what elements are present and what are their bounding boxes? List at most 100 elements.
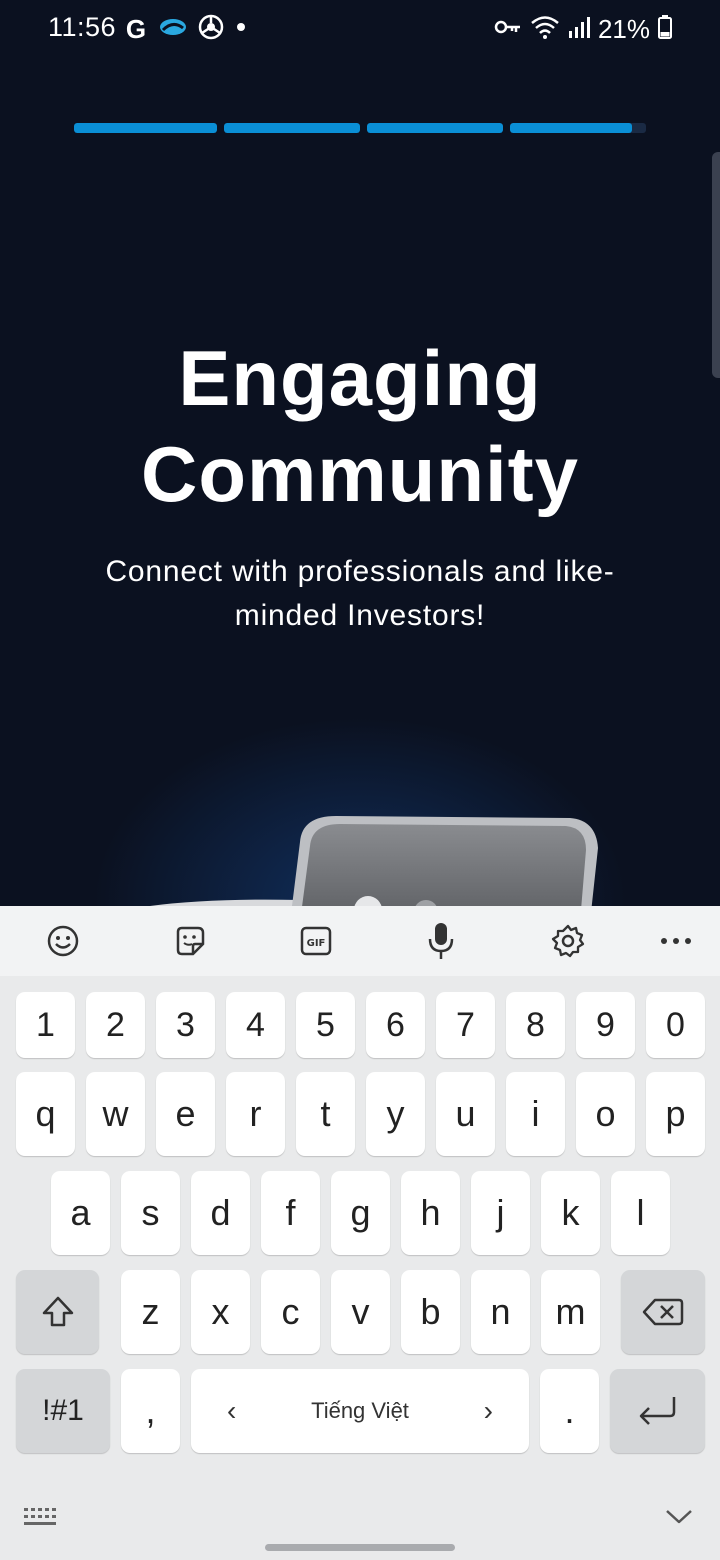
key-g[interactable]: g <box>331 1171 390 1255</box>
enter-key[interactable] <box>610 1369 705 1453</box>
key-a[interactable]: a <box>51 1171 110 1255</box>
key-label: m <box>555 1291 586 1332</box>
key-label: 9 <box>596 1005 615 1044</box>
key-m[interactable]: m <box>541 1270 600 1354</box>
key-label: q <box>35 1093 56 1134</box>
key-z[interactable]: z <box>121 1270 180 1354</box>
key-u[interactable]: u <box>436 1072 495 1156</box>
key-label: r <box>249 1093 262 1134</box>
sticker-icon[interactable] <box>170 921 210 961</box>
mic-icon[interactable] <box>421 921 461 961</box>
onboarding-screen: 11:56 G 21% Engaging Community Connect w… <box>0 0 720 906</box>
key-v[interactable]: v <box>331 1270 390 1354</box>
key-3[interactable]: 3 <box>156 992 215 1058</box>
key-h[interactable]: h <box>401 1171 460 1255</box>
progress-segment-2 <box>224 123 360 133</box>
key-label: 5 <box>316 1005 335 1044</box>
subtitle-line-1: Connect with professionals and like- <box>105 555 615 588</box>
key-4[interactable]: 4 <box>226 992 285 1058</box>
chevron-right-icon[interactable]: › <box>484 1395 493 1427</box>
keyboard: GIF 1 2 3 4 5 6 7 8 9 0 q w e r t y u i … <box>0 906 720 1560</box>
key-label: j <box>496 1192 505 1233</box>
key-0[interactable]: 0 <box>646 992 705 1058</box>
chevron-left-icon[interactable]: ‹ <box>227 1395 236 1427</box>
key-p[interactable]: p <box>646 1072 705 1156</box>
key-5[interactable]: 5 <box>296 992 355 1058</box>
key-f[interactable]: f <box>261 1171 320 1255</box>
key-i[interactable]: i <box>506 1072 565 1156</box>
key-k[interactable]: k <box>541 1171 600 1255</box>
key-label: u <box>455 1093 476 1134</box>
key-icon <box>494 18 522 41</box>
key-label: 8 <box>526 1005 545 1044</box>
key-c[interactable]: c <box>261 1270 320 1354</box>
key-b[interactable]: b <box>401 1270 460 1354</box>
edge-panel-handle[interactable] <box>712 152 720 378</box>
key-2[interactable]: 2 <box>86 992 145 1058</box>
cloud-icon <box>158 16 188 43</box>
more-icon[interactable] <box>656 921 696 961</box>
key-label: b <box>420 1291 441 1332</box>
key-label: f <box>285 1192 296 1233</box>
key-label: 4 <box>246 1005 265 1044</box>
key-6[interactable]: 6 <box>366 992 425 1058</box>
key-j[interactable]: j <box>471 1171 530 1255</box>
key-w[interactable]: w <box>86 1072 145 1156</box>
emoji-icon[interactable] <box>43 921 83 961</box>
status-bar: 11:56 G 21% <box>0 0 720 58</box>
key-q[interactable]: q <box>16 1072 75 1156</box>
backspace-key[interactable] <box>621 1270 705 1354</box>
settings-icon[interactable] <box>548 921 588 961</box>
key-r[interactable]: r <box>226 1072 285 1156</box>
key-label: . <box>564 1390 575 1431</box>
key-1[interactable]: 1 <box>16 992 75 1058</box>
key-label: d <box>210 1192 231 1233</box>
progress-fill-1 <box>74 123 217 133</box>
hide-keyboard-icon[interactable] <box>664 1506 694 1531</box>
title-line-1: Engaging <box>178 334 542 422</box>
system-icons: 21% <box>494 12 672 46</box>
key-9[interactable]: 9 <box>576 992 635 1058</box>
comma-key[interactable]: , <box>121 1369 180 1453</box>
key-8[interactable]: 8 <box>506 992 565 1058</box>
status-time: 11:56 <box>48 12 117 42</box>
key-label: y <box>386 1093 405 1134</box>
period-key[interactable]: . <box>540 1369 599 1453</box>
shift-key[interactable] <box>16 1270 99 1354</box>
key-label: t <box>320 1093 331 1134</box>
progress-fill-4 <box>510 123 633 133</box>
keyboard-switch-icon[interactable] <box>22 1506 58 1535</box>
key-l[interactable]: l <box>611 1171 670 1255</box>
key-label: e <box>175 1093 196 1134</box>
key-label: s <box>141 1192 160 1233</box>
key-7[interactable]: 7 <box>436 992 495 1058</box>
subtitle-line-2: minded Investors! <box>234 599 486 632</box>
symbols-key[interactable]: !#1 <box>16 1369 110 1453</box>
progress-fill-2 <box>224 123 360 133</box>
key-label: v <box>351 1291 370 1332</box>
onboarding-progress <box>74 123 646 133</box>
key-label: p <box>665 1093 686 1134</box>
phone-illustration <box>150 816 598 906</box>
title-line-2: Community <box>141 430 579 518</box>
key-label: l <box>636 1192 645 1233</box>
space-key[interactable]: ‹ Tiếng Việt › <box>191 1369 529 1453</box>
progress-fill-3 <box>367 123 503 133</box>
key-label: 0 <box>666 1005 685 1044</box>
onboarding-subtitle: Connect with professionals and like- min… <box>80 550 640 638</box>
space-label: Tiếng Việt <box>311 1398 409 1423</box>
gif-icon[interactable]: GIF <box>296 921 336 961</box>
key-n[interactable]: n <box>471 1270 530 1354</box>
key-label: !#1 <box>42 1394 84 1427</box>
key-d[interactable]: d <box>191 1171 250 1255</box>
key-label: 7 <box>456 1005 475 1044</box>
progress-segment-4 <box>510 123 646 133</box>
key-y[interactable]: y <box>366 1072 425 1156</box>
key-x[interactable]: x <box>191 1270 250 1354</box>
home-indicator[interactable] <box>265 1544 455 1551</box>
progress-segment-3 <box>367 123 503 133</box>
key-t[interactable]: t <box>296 1072 355 1156</box>
key-e[interactable]: e <box>156 1072 215 1156</box>
key-o[interactable]: o <box>576 1072 635 1156</box>
key-s[interactable]: s <box>121 1171 180 1255</box>
